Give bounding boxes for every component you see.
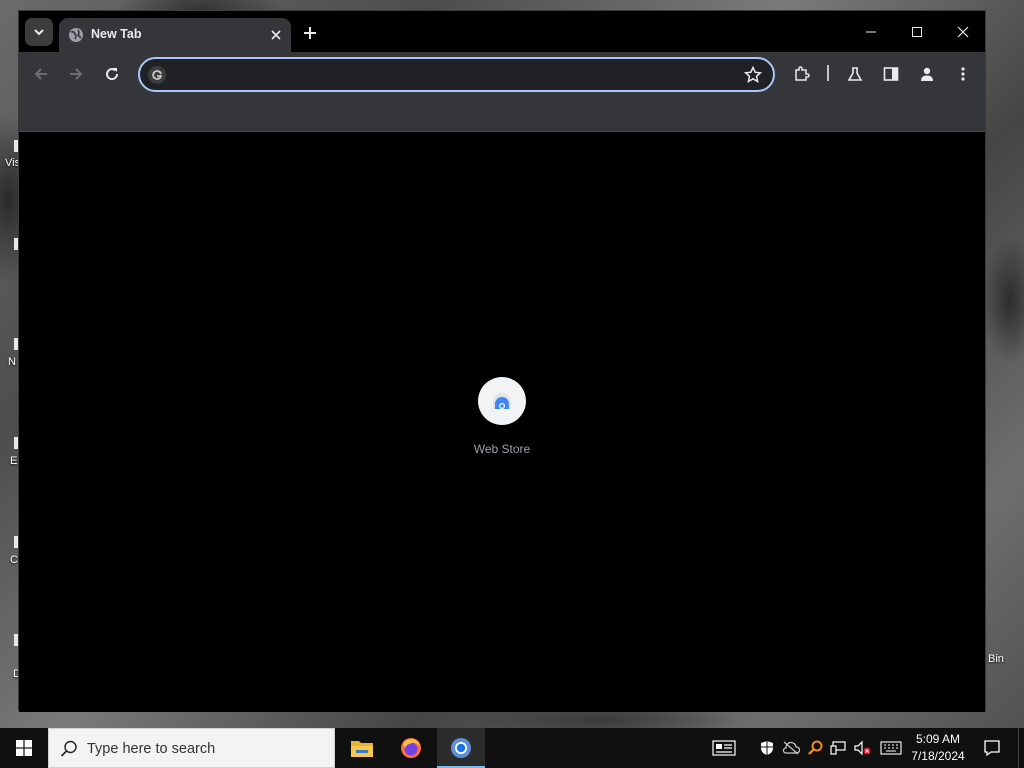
recycle-bin-label[interactable]: Bin [988, 653, 1004, 665]
desktop-shortcut-label[interactable]: C [10, 554, 18, 566]
bookmark-star-button[interactable] [743, 65, 763, 85]
toolbar-divider [827, 65, 829, 81]
profile-button[interactable] [915, 62, 939, 86]
menu-button[interactable] [951, 62, 975, 86]
side-panel-button[interactable] [879, 62, 903, 86]
tab-title: New Tab [91, 27, 142, 41]
bookmarks-bar [19, 96, 985, 132]
forward-button[interactable] [64, 62, 88, 86]
keyboard-icon [880, 741, 902, 755]
address-bar[interactable] [138, 57, 775, 92]
side-panel-icon [883, 67, 899, 81]
taskbar-app-firefox[interactable] [387, 728, 435, 768]
news-widget-button[interactable] [711, 738, 737, 758]
windows-logo-icon [16, 740, 32, 756]
flask-icon [847, 67, 863, 81]
globe-icon [69, 28, 83, 42]
tab-new-tab[interactable]: New Tab [59, 18, 291, 52]
tab-search-button[interactable] [25, 18, 53, 46]
reload-button[interactable] [100, 62, 124, 86]
browser-toolbar [19, 52, 985, 96]
labs-button[interactable] [843, 62, 867, 86]
shortcut-label: Web Store [473, 442, 531, 456]
shortcut-web-store[interactable]: Web Store [465, 377, 539, 467]
taskbar-search-input[interactable] [87, 738, 327, 760]
taskbar-clock[interactable]: 5:09 AM 7/18/2024 [906, 731, 970, 765]
close-icon [271, 30, 281, 40]
new-tab-button[interactable] [297, 21, 323, 45]
google-g-icon [152, 70, 163, 80]
close-icon [957, 26, 969, 38]
site-info-icon[interactable] [148, 66, 166, 84]
tray-network[interactable] [828, 738, 848, 758]
show-desktop-button[interactable] [1018, 728, 1024, 768]
taskbar-app-chrome[interactable] [437, 728, 485, 768]
tray-onedrive[interactable] [781, 738, 801, 758]
plus-icon [304, 27, 316, 39]
address-input[interactable] [172, 63, 732, 87]
person-icon [921, 67, 933, 81]
minimize-button[interactable] [848, 17, 894, 47]
desktop-shortcut-label[interactable]: E [10, 455, 17, 467]
search-icon [60, 740, 77, 757]
tab-close-button[interactable] [267, 26, 285, 44]
notification-icon [984, 740, 1000, 757]
magnifier-icon [808, 740, 823, 755]
maximize-icon [912, 27, 922, 37]
tab-strip: New Tab [19, 11, 985, 52]
browser-window: New Tab Web Store [18, 10, 986, 712]
puzzle-icon [795, 66, 810, 81]
tray-volume[interactable] [852, 738, 872, 758]
kebab-menu-icon [961, 67, 965, 81]
news-icon [712, 740, 736, 756]
extensions-button[interactable] [790, 62, 814, 86]
shield-icon [761, 741, 773, 755]
close-window-button[interactable] [940, 17, 986, 47]
shortcut-tile[interactable] [478, 377, 526, 425]
firefox-icon [401, 738, 421, 758]
arrow-left-icon [34, 68, 47, 80]
back-button[interactable] [29, 62, 53, 86]
chevron-down-icon [34, 29, 44, 36]
taskbar-search[interactable] [48, 728, 335, 768]
minimize-icon [866, 31, 876, 33]
speaker-muted-icon [854, 740, 871, 756]
tray-keyboard[interactable] [879, 738, 903, 758]
taskbar: 5:09 AM 7/18/2024 [0, 728, 1024, 768]
star-icon [744, 66, 762, 84]
desktop-shortcut-label[interactable]: N [8, 356, 16, 368]
taskbar-app-file-explorer[interactable] [338, 728, 386, 768]
tray-security[interactable] [757, 738, 777, 758]
arrow-right-icon [70, 68, 83, 80]
start-button[interactable] [0, 728, 48, 768]
file-explorer-icon [351, 741, 373, 757]
notification-center-button[interactable] [980, 736, 1004, 760]
clock-date: 7/18/2024 [911, 749, 965, 763]
chrome-web-store-icon [493, 393, 511, 409]
maximize-button[interactable] [894, 17, 940, 47]
cloud-offline-icon [782, 741, 800, 755]
chrome-icon [451, 738, 471, 758]
clock-time: 5:09 AM [915, 732, 961, 746]
new-tab-page: Web Store [19, 132, 985, 712]
network-icon [830, 741, 846, 755]
tray-search-tool[interactable] [805, 738, 825, 758]
reload-icon [106, 68, 119, 81]
